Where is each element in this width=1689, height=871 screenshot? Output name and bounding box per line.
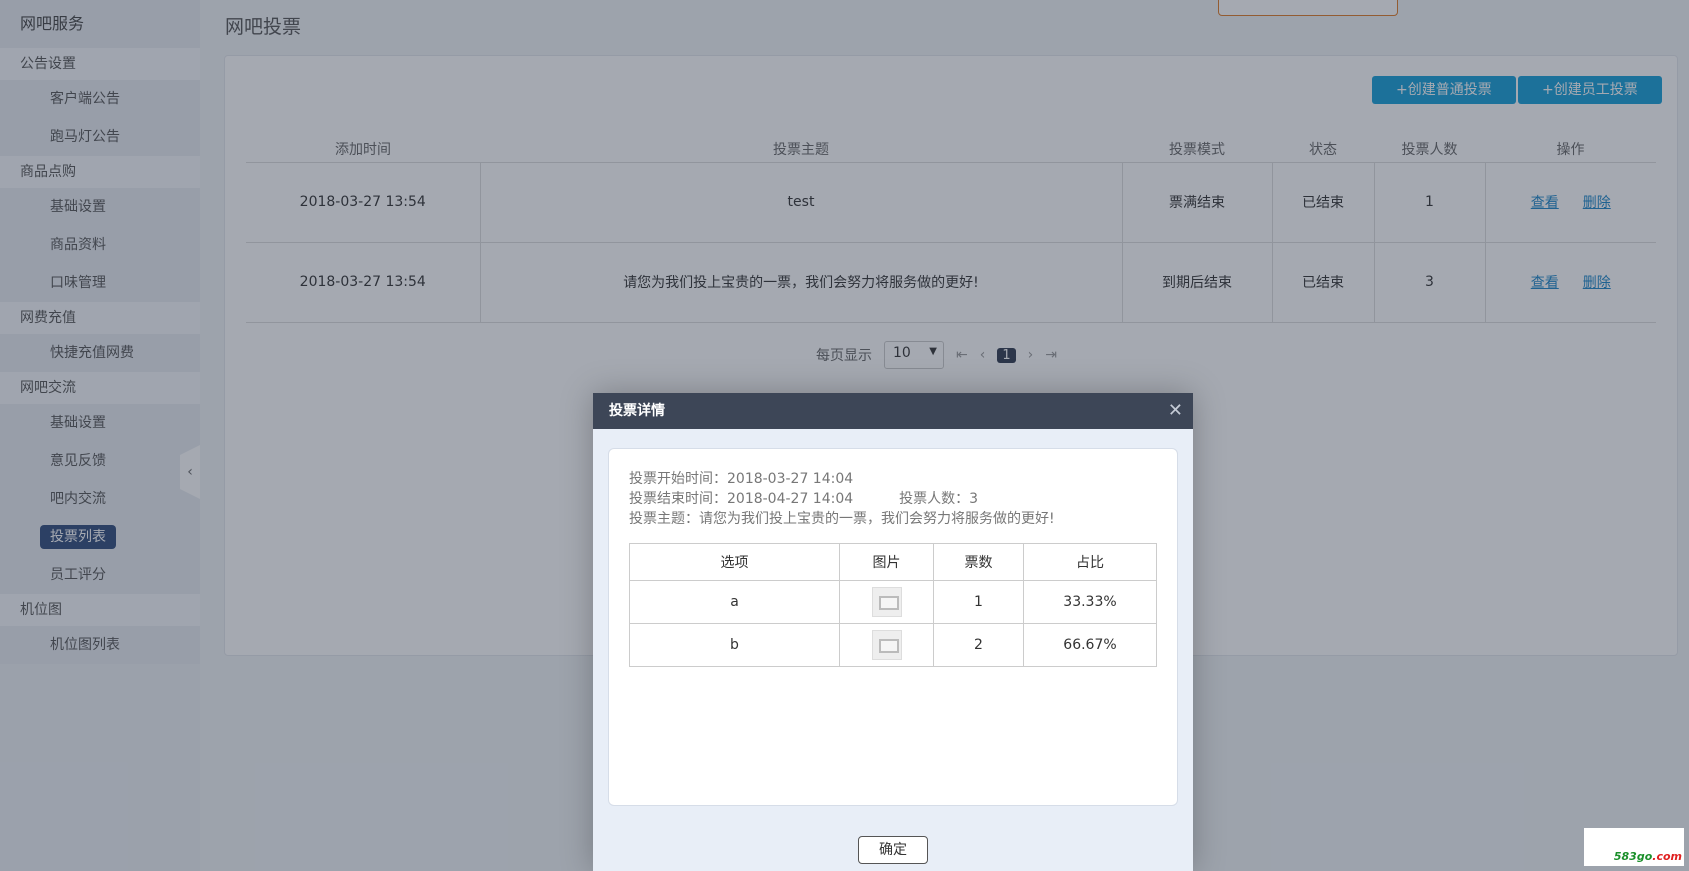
vote-options-table: 选项 图片 票数 占比 a 1 33.33% b 2 66.67% — [629, 543, 1157, 667]
table-row: b 2 66.67% — [629, 623, 1157, 667]
watermark-suffix: .com — [1652, 850, 1682, 863]
option-share: 66.67% — [1023, 623, 1157, 667]
option-image-cell — [839, 623, 934, 667]
option-name: b — [629, 623, 840, 667]
modal-body: 投票开始时间：2018-03-27 14:04 投票结束时间：2018-04-2… — [608, 448, 1178, 806]
option-name: a — [629, 580, 840, 624]
option-votes: 1 — [933, 580, 1024, 624]
watermark-logo: 583go.com — [1584, 828, 1684, 866]
vote-start-time: 投票开始时间：2018-03-27 14:04 — [629, 471, 854, 487]
vote-detail-modal: 投票详情 ✕ 投票开始时间：2018-03-27 14:04 投票结束时间：20… — [593, 393, 1193, 871]
vote-voter-count: 投票人数：3 — [899, 491, 979, 507]
image-placeholder-icon[interactable] — [871, 587, 902, 617]
column-header: 票数 — [933, 543, 1024, 581]
vote-end-row: 投票结束时间：2018-04-27 14:04 投票人数：3 — [629, 489, 1157, 509]
vote-end-time: 投票结束时间：2018-04-27 14:04 — [629, 491, 854, 507]
option-image-cell — [839, 580, 934, 624]
option-votes: 2 — [933, 623, 1024, 667]
table-row: a 1 33.33% — [629, 580, 1157, 624]
modal-header: 投票详情 ✕ — [593, 393, 1193, 429]
confirm-button[interactable]: 确定 — [858, 836, 928, 864]
column-header: 选项 — [629, 543, 840, 581]
column-header: 图片 — [839, 543, 934, 581]
watermark-main: 583go — [1613, 850, 1653, 863]
option-share: 33.33% — [1023, 580, 1157, 624]
close-icon[interactable]: ✕ — [1168, 393, 1183, 429]
image-placeholder-icon[interactable] — [871, 630, 902, 660]
modal-title: 投票详情 — [609, 403, 665, 419]
vote-topic: 投票主题：请您为我们投上宝贵的一票，我们会努力将服务做的更好! — [629, 511, 1055, 527]
column-header: 占比 — [1023, 543, 1157, 581]
